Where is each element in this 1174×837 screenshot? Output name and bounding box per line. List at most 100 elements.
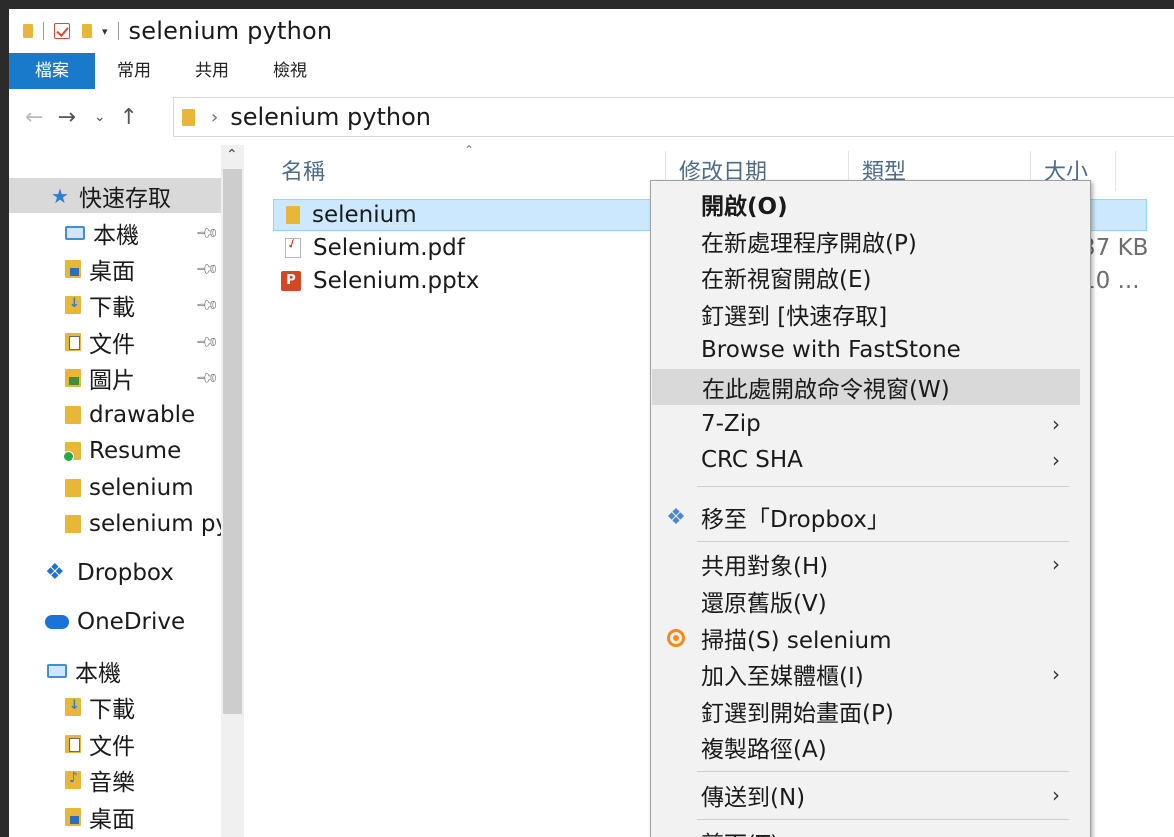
dropbox-icon: ❖ — [45, 560, 65, 585]
menu-item-share-with[interactable]: 共用對象(H) › — [651, 546, 1090, 582]
menu-separator — [697, 819, 1069, 820]
menu-item-label: 掃描(S) selenium — [701, 628, 892, 654]
back-arrow-icon[interactable]: ← — [25, 105, 43, 130]
file-size: 37 KB — [1081, 235, 1149, 261]
up-arrow-icon[interactable]: ↑ — [120, 105, 138, 130]
file-name: Selenium.pdf — [313, 235, 465, 261]
pin-icon: 📌︎ — [194, 219, 221, 246]
nav-item-label: selenium — [89, 474, 194, 501]
nav-item-documents[interactable]: 文件 📌︎ — [9, 324, 221, 359]
tab-home[interactable]: 常用 — [95, 53, 173, 89]
menu-item-scan[interactable]: 掃描(S) selenium — [651, 620, 1090, 656]
file-name: selenium — [312, 202, 417, 228]
quick-access-dropdown-icon[interactable]: ▾ — [102, 25, 108, 38]
nav-item-this-pc-root[interactable]: 本機 — [9, 653, 221, 688]
forward-arrow-icon[interactable]: → — [57, 105, 75, 130]
menu-item-label: 釘選到開始畫面(P) — [701, 701, 894, 727]
title-bar: ▾ selenium python — [9, 9, 1174, 53]
submenu-arrow-icon: › — [1052, 662, 1060, 686]
menu-item-move-to-dropbox[interactable]: ❖ 移至「Dropbox」 — [651, 499, 1090, 535]
menu-separator — [697, 771, 1069, 772]
nav-item-label: 桌面 — [89, 258, 135, 285]
menu-item-open[interactable]: 開啟(O) — [651, 186, 1090, 222]
tab-view[interactable]: 檢視 — [251, 53, 329, 89]
dropbox-icon: ❖ — [666, 504, 686, 530]
menu-item-browse-faststone[interactable]: Browse with FastStone — [651, 332, 1090, 368]
tab-share[interactable]: 共用 — [173, 53, 251, 89]
recent-locations-chevron-icon[interactable]: ⌄ — [94, 109, 106, 125]
menu-item-restore-previous[interactable]: 還原舊版(V) — [651, 583, 1090, 619]
divider — [117, 22, 119, 40]
nav-item-label: 文件 — [89, 733, 135, 760]
menu-item-label: 剪下(T) — [701, 825, 779, 837]
column-header-name[interactable]: 名稱 — [267, 145, 325, 195]
downloads-folder-icon — [65, 295, 81, 314]
nav-item-onedrive[interactable]: OneDrive — [9, 604, 221, 639]
properties-check-icon[interactable] — [54, 23, 70, 39]
menu-item-open-new-process[interactable]: 在新處理程序開啟(P) — [651, 223, 1090, 259]
breadcrumb-chevron-icon[interactable]: › — [211, 107, 218, 128]
nav-item-label: Dropbox — [77, 559, 174, 586]
nav-item-pictures[interactable]: 圖片 📌︎ — [9, 360, 221, 395]
nav-item-desktop[interactable]: 桌面 📌︎ — [9, 251, 221, 286]
documents-folder-icon — [65, 734, 81, 753]
menu-item-label: 釘選到 [快速存取] — [701, 304, 888, 330]
file-name: Selenium.pptx — [313, 268, 480, 294]
menu-item-pin-start[interactable]: 釘選到開始畫面(P) — [651, 693, 1090, 729]
pin-icon: 📌︎ — [194, 255, 221, 282]
file-row[interactable]: Selenium.pdf — [273, 232, 653, 264]
folder-icon — [63, 441, 81, 462]
folder-icon — [23, 24, 33, 38]
menu-item-send-to[interactable]: 傳送到(N) › — [651, 777, 1090, 813]
nav-item-this-pc[interactable]: 本機 📌︎ — [9, 215, 221, 250]
menu-item-label: 移至「Dropbox」 — [701, 507, 890, 533]
file-row[interactable]: P Selenium.pptx — [273, 265, 653, 297]
sort-up-icon: ⌃ — [464, 143, 475, 157]
nav-item-desktop-2[interactable]: 桌面 — [9, 799, 221, 834]
nav-item-music[interactable]: 音樂 — [9, 762, 221, 797]
nav-item-label: Resume — [89, 437, 182, 464]
documents-folder-icon — [65, 332, 81, 351]
menu-item-label: Browse with FastStone — [701, 337, 961, 363]
nav-item-label: OneDrive — [77, 608, 186, 635]
nav-item-label: 本機 — [75, 660, 121, 687]
tab-file[interactable]: 檔案 — [9, 53, 95, 89]
menu-item-pin-quick-access[interactable]: 釘選到 [快速存取] — [651, 296, 1090, 332]
music-folder-icon — [65, 770, 81, 789]
nav-item-dropbox[interactable]: ❖ Dropbox — [9, 555, 221, 590]
file-explorer-window: ▾ selenium python 檔案 常用 共用 檢視 ← → ⌄ ↑ › … — [9, 9, 1174, 837]
menu-item-open-new-window[interactable]: 在新視窗開啟(E) — [651, 259, 1090, 295]
nav-item-label: 下載 — [89, 696, 135, 723]
menu-item-copy-path[interactable]: 複製路徑(A) — [651, 729, 1090, 765]
menu-item-label: 開啟(O) — [701, 194, 788, 220]
column-divider[interactable] — [1115, 151, 1116, 191]
nav-item-selenium[interactable]: selenium — [9, 470, 221, 505]
menu-item-crc-sha[interactable]: CRC SHA › — [651, 442, 1090, 478]
submenu-arrow-icon: › — [1052, 783, 1060, 807]
menu-item-include-library[interactable]: 加入至媒體櫃(I) › — [651, 656, 1090, 692]
nav-scrollbar[interactable]: ⌃ — [221, 145, 244, 837]
address-bar[interactable]: › selenium python — [173, 97, 1174, 137]
menu-item-cut[interactable]: 剪下(T) — [651, 824, 1090, 837]
menu-item-open-command-window[interactable]: 在此處開啟命令視窗(W) — [652, 369, 1080, 405]
nav-item-label: 快速存取 — [79, 185, 171, 212]
scrollbar-thumb[interactable] — [223, 169, 242, 714]
nav-item-selenium-python[interactable]: selenium python — [9, 506, 221, 541]
menu-item-label: 7-Zip — [701, 411, 761, 437]
nav-item-documents-2[interactable]: 文件 — [9, 726, 221, 761]
nav-item-resume[interactable]: Resume — [9, 433, 221, 468]
computer-icon — [47, 663, 67, 678]
nav-item-downloads[interactable]: 下載 📌︎ — [9, 287, 221, 322]
menu-item-7zip[interactable]: 7-Zip › — [651, 406, 1090, 442]
folder-icon — [65, 514, 81, 533]
nav-item-drawable[interactable]: drawable — [9, 397, 221, 432]
menu-separator — [697, 486, 1069, 487]
nav-item-quick-access[interactable]: ★ 快速存取 — [9, 178, 221, 213]
nav-item-downloads-2[interactable]: 下載 — [9, 689, 221, 724]
nav-item-label: 本機 — [93, 222, 139, 249]
menu-item-label: CRC SHA — [701, 447, 803, 473]
scroll-up-icon[interactable]: ⌃ — [226, 147, 238, 163]
navigation-pane: ★ 快速存取 本機 📌︎ 桌面 📌︎ 下載 📌︎ 文件 📌︎ 圖片 📌︎ — [9, 145, 245, 837]
new-folder-icon[interactable] — [82, 24, 92, 38]
breadcrumb-current[interactable]: selenium python — [230, 103, 431, 131]
